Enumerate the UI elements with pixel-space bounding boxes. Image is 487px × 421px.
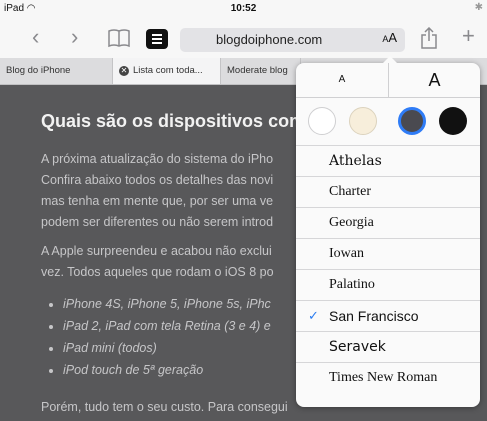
back-icon[interactable]: ‹ (32, 26, 39, 48)
reader-view-button[interactable] (146, 29, 168, 49)
theme-white-swatch[interactable] (308, 107, 336, 135)
paragraph-1: A próxima atualização do sistema do iPho… (41, 149, 273, 233)
theme-sepia-swatch[interactable] (349, 107, 377, 135)
font-label: Seravek (329, 339, 386, 355)
text-line: A Apple surpreendeu e acabou não exclui (41, 244, 272, 258)
tab-moderate-blog[interactable]: Moderate blog (221, 58, 301, 84)
text-size-button[interactable]: AA (382, 30, 397, 45)
font-label: Palatino (329, 277, 375, 292)
tab-label: Blog do iPhone (6, 65, 71, 76)
bookmarks-icon[interactable] (108, 28, 130, 52)
paragraph-3: Porém, tudo tem o seu custo. Para conseg… (41, 400, 288, 414)
new-tab-icon[interactable]: + (462, 25, 475, 47)
increase-font-size-button[interactable]: A (388, 63, 480, 97)
font-option-iowan[interactable]: Iowan (296, 238, 480, 269)
font-label: Athelas (329, 153, 382, 169)
tab-lista-com-toda[interactable]: ✕ Lista com toda... (113, 58, 221, 84)
font-label: San Francisco (329, 308, 419, 324)
text-line: vez. Todos aqueles que rodam o iOS 8 po (41, 265, 274, 279)
font-label: Charter (329, 184, 371, 199)
text-line: podem ser diferentes ou não serem introd (41, 215, 274, 229)
font-option-san-francisco[interactable]: ✓ San Francisco (296, 300, 480, 331)
list-item: iPhone 4S, iPhone 5, iPhone 5s, iPhc (63, 293, 271, 315)
list-item: iPad mini (todos) (63, 337, 271, 359)
tab-label: Lista com toda... (133, 65, 203, 76)
bluetooth-icon: ✱ (474, 2, 483, 13)
font-option-georgia[interactable]: Georgia (296, 207, 480, 238)
font-option-times-new-roman[interactable]: Times New Roman (296, 362, 480, 393)
close-tab-icon[interactable]: ✕ (119, 66, 129, 76)
reader-settings-popover: A A Athelas Charter Georgia Iowan Palati… (296, 56, 480, 407)
font-label: Iowan (329, 246, 364, 261)
book-icon (108, 29, 130, 48)
device-list: iPhone 4S, iPhone 5, iPhone 5s, iPhc iPa… (41, 293, 271, 381)
text-line: mas tenha em mente que, por ser uma ve (41, 194, 274, 208)
share-glyph (421, 26, 437, 49)
url-text[interactable]: blogdoiphone.com (216, 32, 322, 47)
font-label: Georgia (329, 215, 374, 230)
list-item: iPad 2, iPad com tela Retina (3 e 4) e (63, 315, 271, 337)
address-bar[interactable]: blogdoiphone.com AA (180, 28, 405, 52)
list-item: iPod touch de 5ª geração (63, 359, 271, 381)
share-icon[interactable] (421, 26, 437, 53)
paragraph-2: A Apple surpreendeu e acabou não exclui … (41, 241, 274, 283)
font-option-seravek[interactable]: Seravek (296, 331, 480, 362)
article-title: Quais são os dispositivos comp (41, 111, 317, 131)
text-line: Confira abaixo todos os detalhes das nov… (41, 173, 274, 187)
text-size-large-label: A (388, 30, 397, 45)
text-line: A próxima atualização do sistema do iPho (41, 152, 274, 166)
tab-blog-do-iphone[interactable]: Blog do iPhone (0, 58, 113, 84)
forward-icon[interactable]: › (71, 26, 78, 48)
decrease-font-size-button[interactable]: A (296, 63, 388, 97)
font-option-athelas[interactable]: Athelas (296, 145, 480, 176)
tab-label: Moderate blog (227, 65, 288, 76)
font-option-palatino[interactable]: Palatino (296, 269, 480, 300)
checkmark-icon: ✓ (308, 308, 319, 323)
clock: 10:52 (230, 3, 257, 14)
status-bar: iPad ◠ 10:52 ✱ (0, 0, 487, 20)
font-size-controls: A A (296, 63, 480, 98)
theme-night-swatch[interactable] (439, 107, 467, 135)
font-label: Times New Roman (329, 370, 438, 385)
font-option-charter[interactable]: Charter (296, 176, 480, 207)
browser-toolbar: ‹ › blogdoiphone.com AA + (0, 20, 487, 58)
theme-gray-swatch[interactable] (398, 107, 426, 135)
